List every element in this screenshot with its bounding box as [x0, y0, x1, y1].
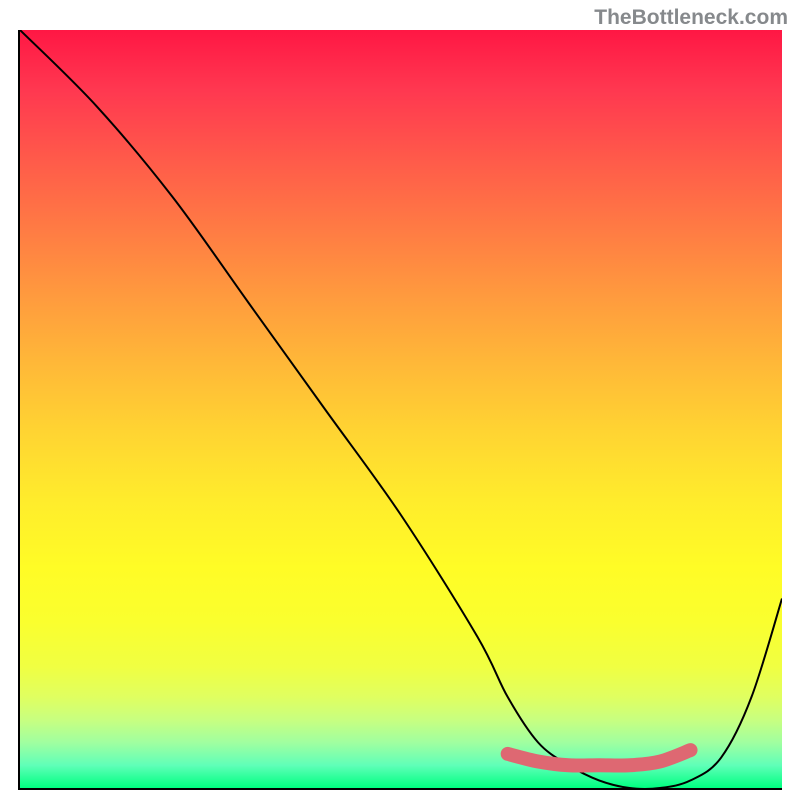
chart-svg [20, 30, 782, 788]
bottleneck-curve-path [20, 30, 782, 788]
watermark-text: TheBottleneck.com [594, 6, 788, 30]
optimal-zone-path [508, 750, 691, 765]
chart-area [18, 30, 782, 790]
